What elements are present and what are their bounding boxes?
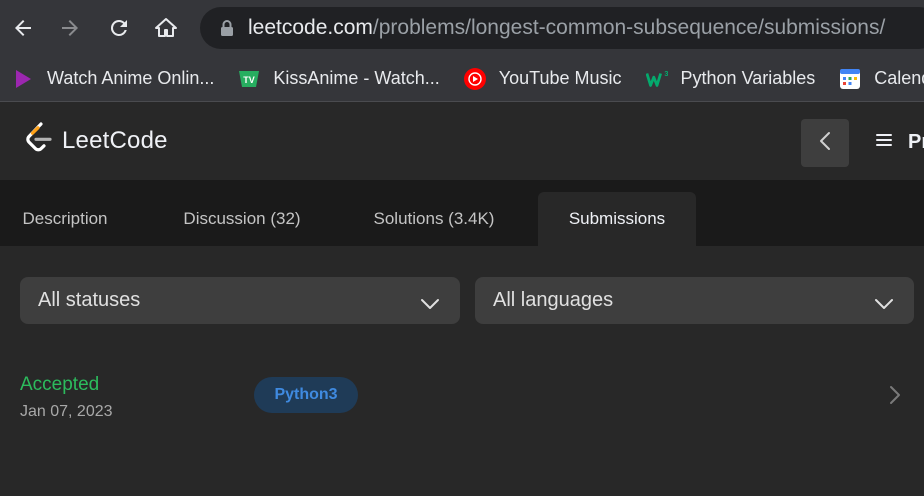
bookmark-label: KissAnime - Watch... xyxy=(273,68,440,88)
chevron-left-icon xyxy=(819,131,831,156)
problem-tabs: Description Discussion (32) Solutions (3… xyxy=(0,180,924,246)
reload-icon[interactable] xyxy=(101,10,137,46)
chevron-down-icon xyxy=(874,293,894,316)
bookmarks-bar: Watch Anime Onlin... TV KissAnime - Watc… xyxy=(0,56,924,102)
tab-description[interactable]: Description xyxy=(0,192,130,246)
language-filter-select[interactable]: All languages xyxy=(475,277,914,324)
browser-toolbar: leetcode.com/problems/longest-common-sub… xyxy=(0,0,924,56)
logo-text: LeetCode xyxy=(62,127,168,154)
youtube-music-icon xyxy=(463,67,486,90)
forward-arrow-icon[interactable] xyxy=(52,10,88,46)
calendar-icon xyxy=(839,68,861,90)
kissanime-tv-icon: TV xyxy=(238,68,260,90)
menu-icon xyxy=(876,133,892,152)
bookmark-youtube-music[interactable]: YouTube Music xyxy=(463,67,622,90)
anime-play-icon xyxy=(12,68,34,90)
bookmark-kissanime[interactable]: TV KissAnime - Watch... xyxy=(238,68,440,90)
chevron-right-icon[interactable] xyxy=(889,385,901,410)
submission-date: Jan 07, 2023 xyxy=(20,403,113,420)
bookmark-label: Watch Anime Onlin... xyxy=(47,68,215,88)
status-filter-select[interactable]: All statuses xyxy=(20,277,460,324)
back-arrow-icon[interactable] xyxy=(5,10,41,46)
home-icon[interactable] xyxy=(148,10,184,46)
language-badge: Python3 xyxy=(254,377,358,413)
leetcode-logo-icon xyxy=(24,121,54,161)
bookmark-label: YouTube Music xyxy=(498,68,622,88)
address-bar[interactable]: leetcode.com/problems/longest-common-sub… xyxy=(200,7,924,49)
problem-list-label: Pr xyxy=(908,131,924,153)
collapse-panel-button[interactable] xyxy=(801,119,849,167)
tab-submissions[interactable]: Submissions xyxy=(538,192,696,246)
bookmark-python-variables[interactable]: 3 Python Variables xyxy=(645,68,816,90)
svg-text:3: 3 xyxy=(664,69,668,78)
status-filter-value: All statuses xyxy=(38,289,141,311)
url-host: leetcode.com xyxy=(248,16,373,39)
svg-text:TV: TV xyxy=(244,75,256,85)
url-path: /problems/longest-common-subsequence/sub… xyxy=(372,16,886,39)
problem-list-button[interactable] xyxy=(876,133,892,152)
site-header: LeetCode Pr xyxy=(0,103,924,180)
bookmark-label: Python Variables xyxy=(680,68,816,88)
leetcode-logo[interactable]: LeetCode xyxy=(24,121,168,161)
tab-discussion[interactable]: Discussion (32) xyxy=(170,192,314,246)
bookmark-label: Calend xyxy=(874,68,924,88)
w3schools-icon: 3 xyxy=(645,68,668,90)
lock-icon xyxy=(220,19,234,37)
bookmark-calendar[interactable]: Calend xyxy=(839,68,924,90)
submission-status: Accepted xyxy=(20,374,100,395)
bookmark-anime[interactable]: Watch Anime Onlin... xyxy=(12,68,214,90)
chevron-down-icon xyxy=(420,293,440,316)
language-filter-value: All languages xyxy=(493,289,614,311)
tab-solutions[interactable]: Solutions (3.4K) xyxy=(360,192,508,246)
